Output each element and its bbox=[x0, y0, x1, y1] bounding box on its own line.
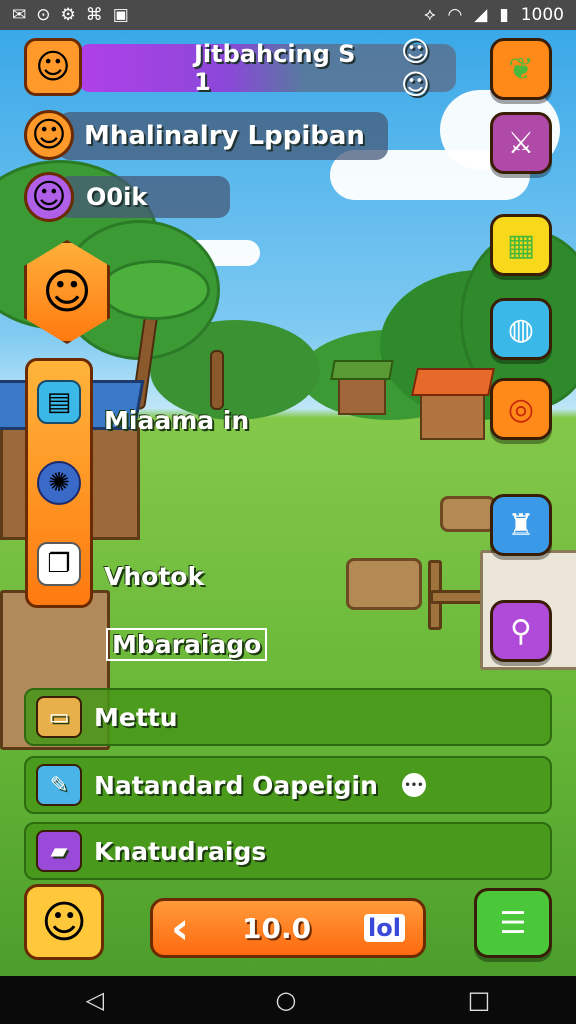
hut bbox=[420, 390, 485, 440]
search-icon: ⚲ bbox=[510, 613, 532, 649]
hut bbox=[338, 375, 386, 415]
compass-icon[interactable]: ✺ bbox=[37, 460, 81, 505]
alarm-icon: ⊙ bbox=[36, 5, 51, 25]
game-icon: ⌘ bbox=[85, 5, 103, 25]
value-text: 10.0 bbox=[242, 911, 312, 945]
friends-icon: ☺☺ bbox=[400, 35, 430, 101]
rank-bar: O0ik bbox=[58, 176, 230, 218]
chat-bubble-button[interactable]: ◍ bbox=[490, 298, 552, 360]
title-bar[interactable]: Jitbahcing S 1 ☺☺ bbox=[78, 35, 456, 101]
menu-label-2[interactable]: Vhotok bbox=[104, 562, 204, 591]
menu-label-3[interactable]: Mbaraiago bbox=[106, 628, 268, 661]
menu-button[interactable]: ☰ bbox=[474, 888, 552, 958]
stats-icon[interactable]: lol bbox=[364, 914, 405, 942]
menu-bar-3-label: Knatudraigs bbox=[94, 836, 267, 866]
chest-icon: ▦ bbox=[506, 227, 536, 263]
profile-avatar[interactable]: ☺ bbox=[24, 110, 74, 160]
battery-icon: ▮ bbox=[499, 5, 509, 25]
companion-avatar[interactable]: ☺ bbox=[24, 884, 104, 960]
chat-bubble-icon: ◍ bbox=[507, 311, 535, 347]
pencil-icon: ✎ bbox=[36, 764, 82, 806]
chat-icon[interactable]: ❐ bbox=[37, 542, 81, 587]
search-button[interactable]: ⚲ bbox=[490, 600, 552, 662]
rock bbox=[346, 558, 422, 610]
target-icon: ◎ bbox=[507, 391, 535, 427]
menu-label-1[interactable]: Miaama in bbox=[104, 406, 249, 435]
status-bar: ✉ ⊙ ⚙ ⌘ ▣ ⟡ ◠ ◢ ▮ 1000 bbox=[0, 0, 576, 30]
player-name: Mhalinalry Lppiban bbox=[84, 121, 365, 151]
chest-button[interactable]: ▦ bbox=[490, 214, 552, 276]
android-nav-bar: ◁ ○ □ bbox=[0, 976, 576, 1024]
mail-icon: ✉ bbox=[12, 5, 27, 25]
title-text: Jitbahcing S 1 bbox=[194, 40, 356, 96]
signal-icon: ◢ bbox=[474, 5, 488, 25]
hut-roof bbox=[330, 360, 394, 380]
trash-icon: ♜ bbox=[507, 507, 535, 543]
menu-bar-3[interactable]: ▰ Knatudraigs bbox=[24, 822, 552, 880]
menu-bar-1-label: Mettu bbox=[94, 702, 178, 732]
menu-bar-2[interactable]: ✎ Natandard Oapeigin ••• bbox=[24, 756, 552, 814]
rock bbox=[440, 496, 496, 532]
leaf-icon: ❦ bbox=[508, 51, 534, 87]
folder-icon: ▭ bbox=[36, 696, 82, 738]
rank-text: O0ik bbox=[86, 183, 148, 211]
swords-icon: ⚔ bbox=[507, 125, 535, 161]
home-icon[interactable]: ○ bbox=[275, 986, 296, 1014]
menu-bar-1[interactable]: ▭ Mettu bbox=[24, 688, 552, 746]
box-icon: ▰ bbox=[36, 830, 82, 872]
vibrate-icon: ⟡ bbox=[424, 5, 436, 25]
palm-trunk bbox=[210, 350, 224, 410]
player-name-bar: Mhalinalry Lppiban bbox=[58, 112, 388, 160]
palm-leaves bbox=[100, 260, 210, 320]
menu-bar-2-label: Natandard Oapeigin bbox=[94, 770, 378, 800]
back-arrow-icon[interactable]: ‹ bbox=[171, 903, 189, 954]
player-avatar[interactable]: ☺ bbox=[24, 38, 82, 96]
list-icon: ☰ bbox=[499, 905, 527, 941]
clock: 1000 bbox=[520, 5, 564, 25]
leaf-button[interactable]: ❦ bbox=[490, 38, 552, 100]
settings-icon: ⚙ bbox=[60, 5, 76, 25]
value-panel: ‹ 10.0 lol bbox=[150, 898, 426, 958]
back-icon[interactable]: ◁ bbox=[86, 986, 104, 1014]
image-icon: ▣ bbox=[112, 5, 129, 25]
card-icon[interactable]: ▤ bbox=[37, 379, 81, 424]
target-button[interactable]: ◎ bbox=[490, 378, 552, 440]
rank-avatar[interactable]: ☺ bbox=[24, 172, 74, 222]
trash-button[interactable]: ♜ bbox=[490, 494, 552, 556]
battle-button[interactable]: ⚔ bbox=[490, 112, 552, 174]
more-icon[interactable]: ••• bbox=[401, 773, 426, 797]
recent-apps-icon[interactable]: □ bbox=[468, 986, 491, 1014]
wifi-icon: ◠ bbox=[447, 5, 463, 25]
hut-roof bbox=[411, 368, 495, 396]
action-column: ▤ ✺ ❐ bbox=[25, 358, 93, 608]
